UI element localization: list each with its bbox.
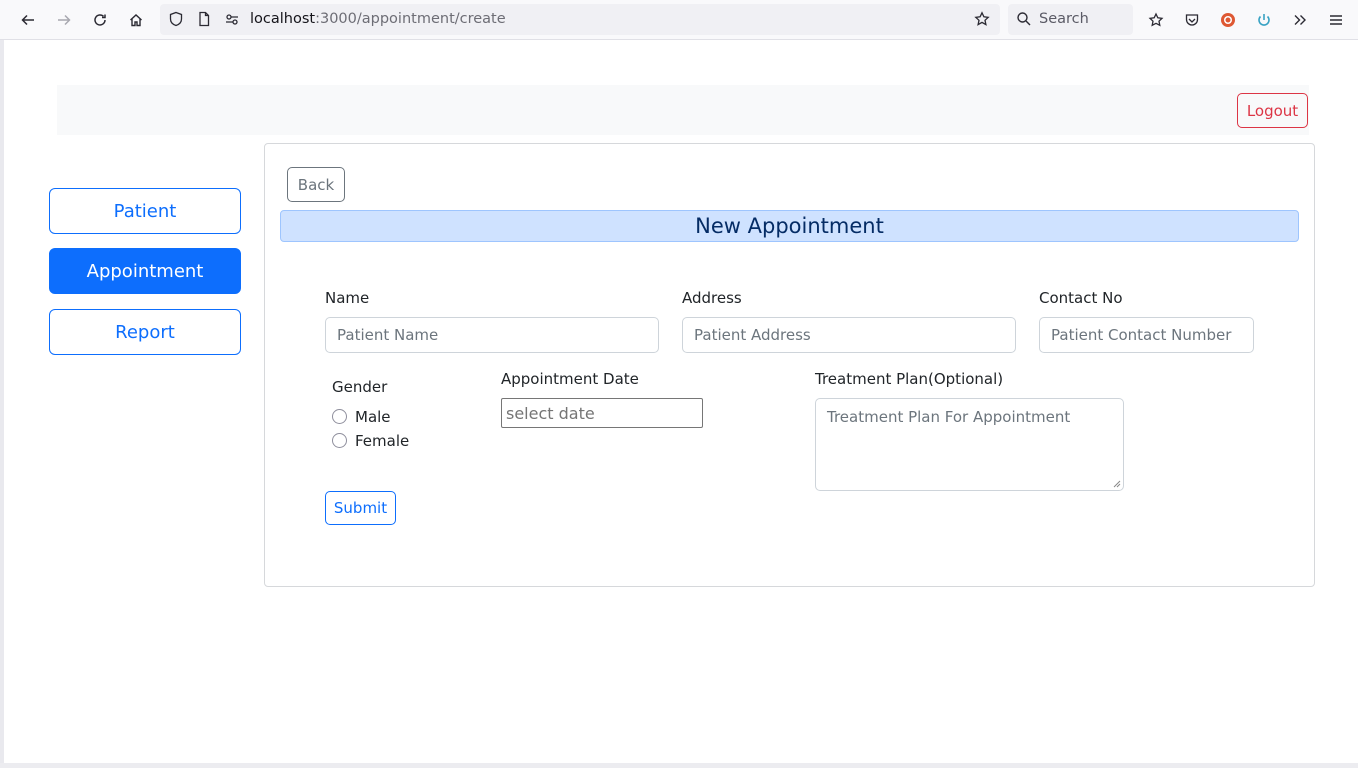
address-bar[interactable]: localhost:3000/appointment/create [160, 4, 1000, 35]
address-input[interactable]: Patient Address [682, 317, 1016, 353]
page-bottom-edge [0, 763, 1358, 768]
submit-button[interactable]: Submit [325, 491, 396, 525]
treatment-placeholder: Treatment Plan For Appointment [827, 408, 1071, 426]
search-label: Search [1039, 11, 1089, 27]
bookmark-star-icon[interactable] [968, 5, 996, 33]
gender-female-label[interactable]: Female [355, 432, 409, 450]
home-icon[interactable] [122, 6, 150, 34]
name-input[interactable]: Patient Name [325, 317, 659, 353]
back-arrow-icon[interactable] [14, 6, 42, 34]
treatment-textarea[interactable]: Treatment Plan For Appointment [815, 398, 1124, 491]
name-label: Name [325, 289, 370, 307]
resize-grip-icon[interactable] [1112, 479, 1121, 488]
gender-male-label[interactable]: Male [355, 408, 391, 426]
reload-icon[interactable] [86, 6, 114, 34]
contact-label: Contact No [1039, 289, 1123, 307]
sidebar-item-patient[interactable]: Patient [49, 188, 241, 234]
url-path: :3000/appointment/create [315, 11, 506, 27]
date-label: Appointment Date [501, 370, 639, 388]
pocket-icon[interactable] [1178, 6, 1206, 34]
search-icon [1010, 5, 1038, 33]
contact-input[interactable]: Patient Contact Number [1039, 317, 1254, 353]
power-icon[interactable] [1250, 6, 1278, 34]
page-left-edge [0, 40, 4, 768]
gender-male-radio[interactable] [332, 409, 347, 424]
address-label: Address [682, 289, 742, 307]
app-navbar [57, 85, 1309, 135]
shield-icon[interactable] [162, 5, 190, 33]
gender-label: Gender [332, 378, 388, 396]
forward-arrow-icon[interactable] [50, 6, 78, 34]
search-box[interactable]: Search [1008, 4, 1133, 35]
logout-button[interactable]: Logout [1237, 93, 1308, 128]
url-text[interactable]: localhost:3000/appointment/create [250, 11, 506, 27]
page-title-bar: New Appointment [280, 210, 1299, 242]
sidebar-item-appointment[interactable]: Appointment [49, 248, 241, 294]
overflow-chevron-icon[interactable] [1286, 6, 1314, 34]
url-host: localhost [250, 11, 316, 27]
gender-female-radio[interactable] [332, 433, 347, 448]
date-input[interactable]: select date [501, 398, 703, 428]
page-icon [190, 5, 218, 33]
browser-toolbar: localhost:3000/appointment/create Search [0, 0, 1358, 40]
sidebar-item-report[interactable]: Report [49, 309, 241, 355]
back-button[interactable]: Back [287, 167, 345, 202]
treatment-label: Treatment Plan(Optional) [815, 370, 1004, 388]
page-title: New Appointment [695, 214, 884, 238]
menu-hamburger-icon[interactable] [1322, 6, 1350, 34]
bookmarks-icon[interactable] [1142, 6, 1170, 34]
duckduckgo-icon[interactable] [1214, 6, 1242, 34]
permissions-icon[interactable] [218, 5, 246, 33]
